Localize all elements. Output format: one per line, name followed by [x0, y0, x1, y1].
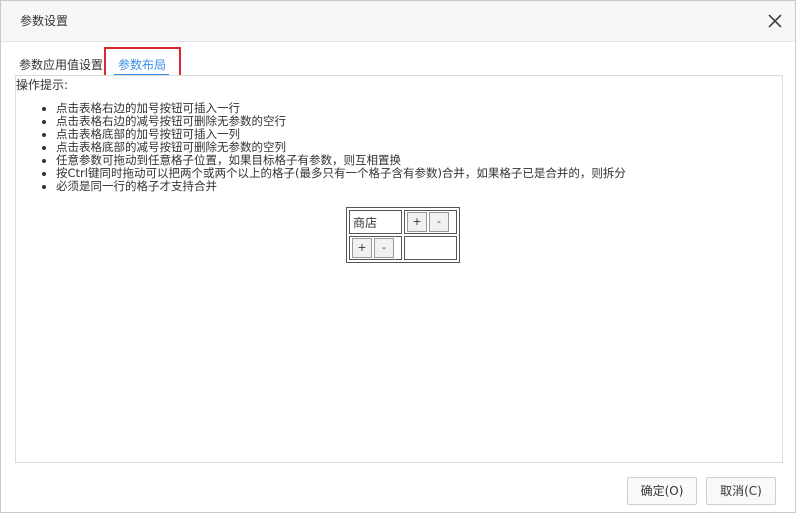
column-controls-cell: + - — [349, 236, 402, 260]
parameter-settings-dialog: 参数设置 参数应用值设置 参数布局 操作提示: 点击表格右边的加号按钮可插入一行… — [0, 0, 796, 513]
delete-row-button[interactable]: - — [429, 212, 449, 232]
layout-grid: 商店 + - + - — [346, 207, 460, 263]
dialog-title: 参数设置 — [20, 14, 69, 28]
tab-parameter-values[interactable]: 参数应用值设置 — [19, 57, 103, 73]
hint-title: 操作提示: — [16, 78, 69, 92]
grid-row: + - — [348, 235, 458, 261]
insert-column-button[interactable]: + — [352, 238, 372, 258]
cell-label: 商店 — [353, 216, 378, 230]
delete-column-button[interactable]: - — [374, 238, 394, 258]
tab-bar: 参数应用值设置 参数布局 — [1, 41, 795, 81]
hint-item: 必须是同一行的格子才支持合并 — [56, 180, 626, 193]
insert-row-button[interactable]: + — [407, 212, 427, 232]
parameter-cell-store[interactable]: 商店 — [349, 210, 402, 234]
empty-cell — [404, 236, 457, 260]
row-controls-cell: + - — [404, 210, 457, 234]
hint-list: 点击表格右边的加号按钮可插入一行 点击表格右边的减号按钮可删除无参数的空行 点击… — [16, 102, 626, 193]
close-icon[interactable] — [765, 11, 785, 31]
layout-panel: 操作提示: 点击表格右边的加号按钮可插入一行 点击表格右边的减号按钮可删除无参数… — [15, 75, 783, 463]
dialog-titlebar: 参数设置 — [1, 1, 795, 42]
ok-button[interactable]: 确定(O) — [627, 477, 697, 505]
cancel-button[interactable]: 取消(C) — [706, 477, 776, 505]
grid-row: 商店 + - — [348, 209, 458, 235]
